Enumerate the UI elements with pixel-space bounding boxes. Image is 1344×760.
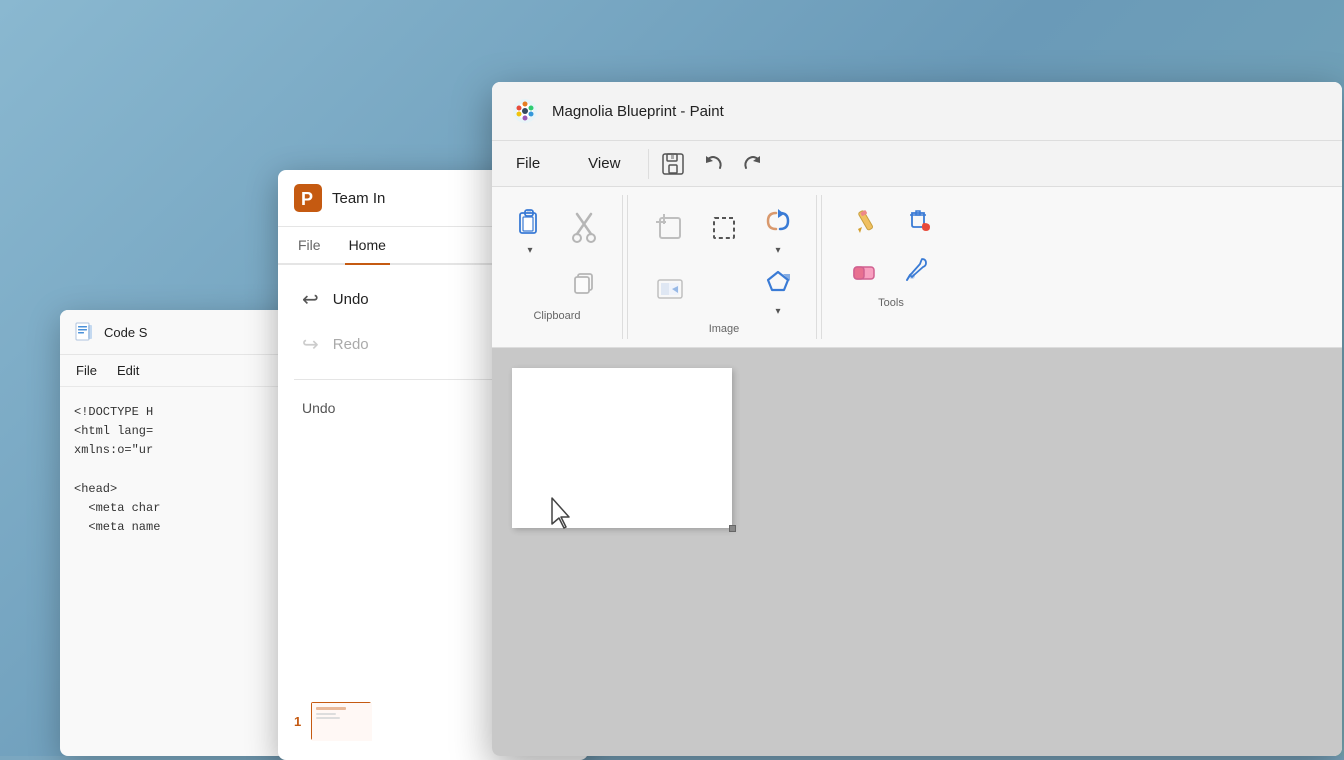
paint-canvas[interactable] — [512, 368, 732, 528]
clipboard-label: Clipboard — [533, 310, 580, 322]
pencil-button[interactable] — [842, 199, 886, 243]
paint-titlebar: Magnolia Blueprint - Paint — [492, 82, 1342, 141]
ribbon-tools-row2 — [842, 247, 940, 291]
clipboard-icon — [512, 203, 548, 239]
crop-button[interactable] — [648, 206, 692, 250]
image-label: Image — [709, 323, 740, 335]
rotate-button[interactable] — [756, 199, 800, 243]
tools-label: Tools — [878, 297, 904, 309]
select-icon — [708, 212, 740, 244]
cut-button[interactable] — [562, 206, 606, 250]
ribbon-group-clipboard: ▾ — [492, 195, 623, 339]
undo-icon: ↩ — [302, 287, 319, 312]
svg-text:P: P — [301, 189, 313, 209]
paint-window: Magnolia Blueprint - Paint File View — [492, 82, 1342, 756]
redo-icon — [740, 151, 766, 177]
notepad-icon — [74, 322, 94, 342]
ppt-slide-image — [311, 702, 371, 740]
ribbon-image-row2: ▾ — [648, 260, 800, 317]
ppt-icon: P — [294, 184, 322, 212]
redo-label: Redo — [333, 336, 369, 353]
image-resize-button[interactable] — [648, 267, 692, 311]
ppt-tab-home[interactable]: Home — [345, 227, 390, 263]
ribbon-tools-row — [842, 199, 940, 243]
copy-icon — [570, 268, 598, 296]
paint-canvas-area[interactable] — [492, 348, 1342, 756]
ribbon-sep-2 — [821, 195, 822, 339]
eyedropper-button[interactable] — [896, 247, 940, 291]
redo-button[interactable] — [733, 144, 773, 184]
ppt-title: Team In — [332, 190, 385, 207]
undo-button[interactable] — [693, 144, 733, 184]
ribbon-image-tools: ▾ — [648, 199, 800, 256]
cut-icon — [569, 210, 599, 246]
copy-button[interactable] — [562, 260, 606, 304]
paint-menu-separator — [648, 149, 649, 179]
paint-menu-view[interactable]: View — [564, 141, 644, 186]
select-freeform-tool: ▾ — [756, 260, 800, 317]
ribbon-clipboard-row2 — [508, 260, 606, 304]
notepad-menu-edit[interactable]: Edit — [109, 359, 147, 382]
redo-icon: ↪ — [302, 332, 319, 357]
fill-icon — [902, 205, 934, 237]
paste-button[interactable] — [508, 199, 552, 243]
eraser-icon — [848, 253, 880, 285]
paint-app-icon — [510, 96, 540, 126]
paint-title: Magnolia Blueprint - Paint — [552, 103, 1324, 120]
ppt-tab-file[interactable]: File — [294, 227, 325, 263]
undo-icon — [700, 151, 726, 177]
ribbon-group-image: ▾ — [632, 195, 817, 339]
ppt-slide-number: 1 — [294, 714, 301, 729]
undo-label: Undo — [333, 291, 369, 308]
paste-chevron[interactable]: ▾ — [527, 245, 532, 256]
paint-menubar: File View — [492, 141, 1342, 187]
rotate-chevron[interactable]: ▾ — [775, 245, 780, 256]
ribbon-group-tools: Tools — [826, 195, 956, 339]
pencil-icon — [848, 205, 880, 237]
ribbon-clipboard-tools: ▾ — [508, 199, 606, 256]
select-button[interactable] — [702, 206, 746, 250]
save-icon — [660, 151, 686, 177]
image-resize-icon — [654, 273, 686, 305]
save-button[interactable] — [653, 144, 693, 184]
canvas-resize-handle[interactable] — [729, 525, 736, 532]
ribbon-sep-1 — [627, 195, 628, 339]
eraser-button[interactable] — [842, 247, 886, 291]
select-freeform-icon — [762, 266, 794, 298]
crop-icon — [654, 212, 686, 244]
eyedropper-icon — [902, 253, 934, 285]
rotate-tool: ▾ — [756, 199, 800, 256]
select-freeform-button[interactable] — [756, 260, 800, 304]
fill-button[interactable] — [896, 199, 940, 243]
rotate-icon — [762, 205, 794, 237]
notepad-title: Code S — [104, 325, 147, 340]
ppt-slide-thumb: 1 — [294, 702, 371, 740]
paste-tool: ▾ — [508, 199, 552, 256]
paint-menu-file[interactable]: File — [492, 141, 564, 186]
select-freeform-chevron[interactable]: ▾ — [775, 306, 780, 317]
notepad-menu-file[interactable]: File — [68, 359, 105, 382]
paint-ribbon: ▾ — [492, 187, 1342, 348]
